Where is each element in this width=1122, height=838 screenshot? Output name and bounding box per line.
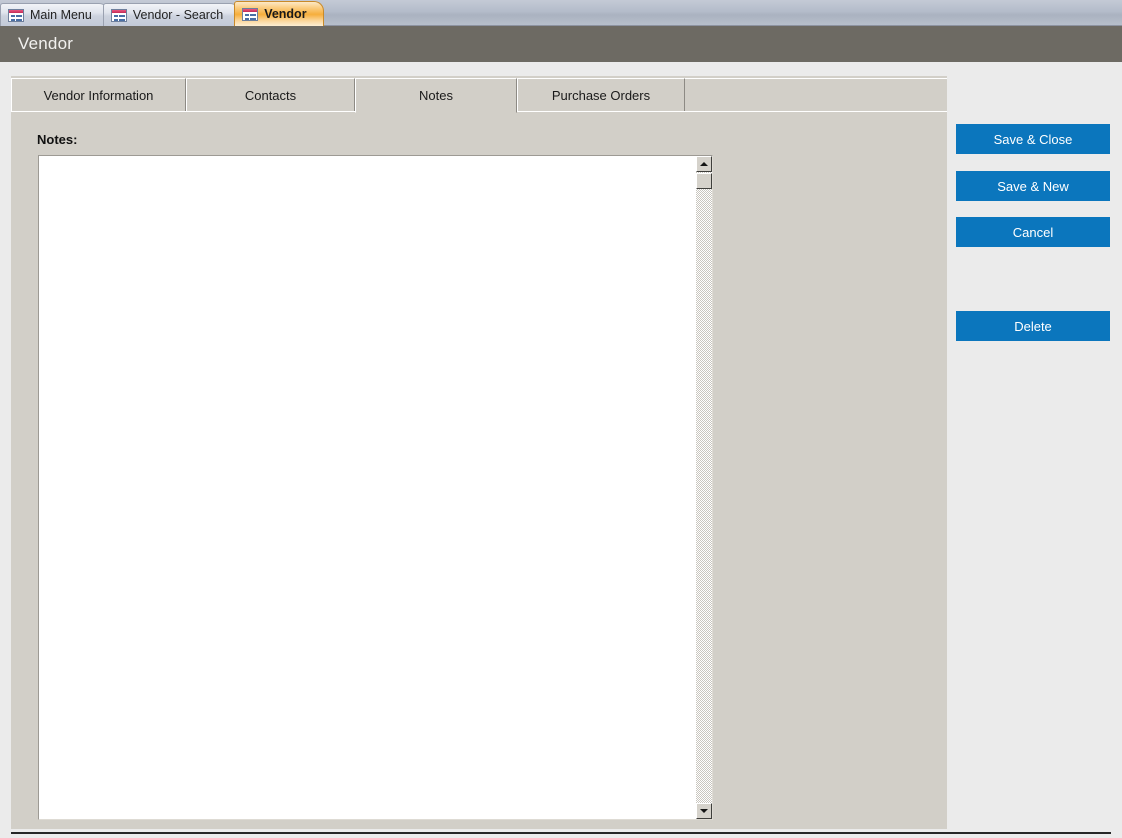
tab-control: Vendor Information Contacts Notes Purcha… bbox=[11, 76, 947, 829]
tab-strip-filler bbox=[685, 78, 947, 112]
scroll-down-button[interactable] bbox=[696, 803, 712, 819]
document-tab-bar: Main Menu Vendor - Search Vendor bbox=[0, 0, 1122, 26]
tab-page-notes: Notes: bbox=[11, 112, 947, 829]
scrollbar-thumb[interactable] bbox=[696, 173, 712, 189]
form-icon bbox=[8, 8, 24, 22]
document-tab-vendor-search[interactable]: Vendor - Search bbox=[102, 3, 241, 26]
save-and-new-button[interactable]: Save & New bbox=[956, 171, 1110, 201]
document-tab-main-menu[interactable]: Main Menu bbox=[0, 3, 109, 26]
save-and-close-button[interactable]: Save & Close bbox=[956, 124, 1110, 154]
tab-strip: Vendor Information Contacts Notes Purcha… bbox=[11, 76, 947, 113]
page-title-text: Vendor bbox=[18, 34, 74, 53]
tab-label: Contacts bbox=[244, 87, 297, 103]
scroll-down-icon bbox=[700, 809, 708, 813]
action-button-panel: Save & Close Save & New Cancel Delete bbox=[951, 62, 1122, 838]
bottom-divider bbox=[11, 832, 1111, 834]
vendor-form-window: Main Menu Vendor - Search Vendor Vendor … bbox=[0, 0, 1122, 838]
tab-notes[interactable]: Notes bbox=[355, 78, 517, 113]
notes-scrollbar[interactable] bbox=[696, 156, 712, 819]
tab-purchase-orders[interactable]: Purchase Orders bbox=[517, 78, 685, 112]
notes-textbox[interactable] bbox=[38, 155, 713, 820]
tab-contacts[interactable]: Contacts bbox=[186, 78, 355, 112]
tab-vendor-information[interactable]: Vendor Information bbox=[11, 78, 186, 112]
document-tab-label: Main Menu bbox=[30, 8, 92, 22]
page-title: Vendor bbox=[0, 26, 1122, 62]
form-icon bbox=[110, 8, 127, 22]
cancel-button[interactable]: Cancel bbox=[956, 217, 1110, 247]
form-icon bbox=[242, 7, 259, 21]
tab-label: Purchase Orders bbox=[551, 87, 651, 103]
scroll-up-icon bbox=[700, 162, 708, 166]
notes-input[interactable] bbox=[39, 156, 697, 819]
tab-label: Vendor Information bbox=[43, 87, 154, 103]
notes-label: Notes: bbox=[37, 132, 78, 147]
document-tab-label: Vendor - Search bbox=[132, 8, 224, 22]
document-tab-vendor[interactable]: Vendor bbox=[234, 1, 324, 26]
form-body: Vendor Information Contacts Notes Purcha… bbox=[0, 62, 1122, 838]
scroll-up-button[interactable] bbox=[696, 156, 712, 172]
tab-label: Notes bbox=[419, 88, 453, 103]
document-tab-label: Vendor bbox=[264, 7, 307, 21]
document-tab-list: Main Menu Vendor - Search Vendor bbox=[0, 0, 324, 26]
delete-button[interactable]: Delete bbox=[956, 311, 1110, 341]
